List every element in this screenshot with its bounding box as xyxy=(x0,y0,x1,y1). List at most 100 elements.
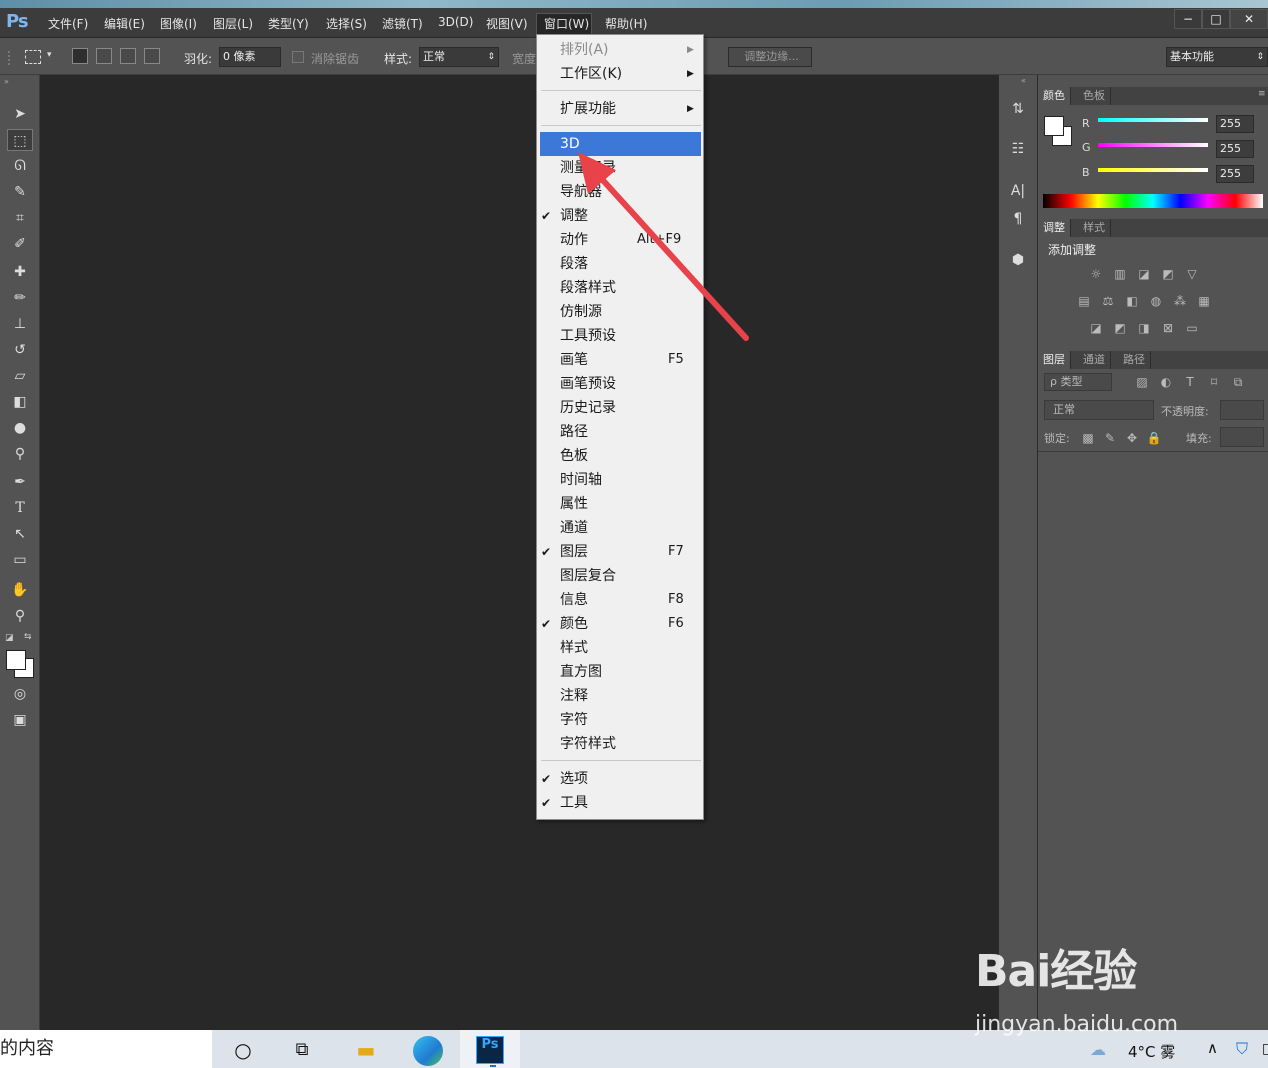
photo-filter-icon[interactable]: ◍ xyxy=(1148,294,1164,308)
menu-edit[interactable]: 编辑(E) xyxy=(104,15,145,32)
workspace-select[interactable]: 基本功能 ⇕ xyxy=(1166,47,1268,67)
3d-panel-icon[interactable]: ⬢ xyxy=(1006,248,1030,272)
g-slider[interactable] xyxy=(1098,143,1208,147)
close-button[interactable]: ✕ xyxy=(1230,9,1268,29)
lasso-tool-icon[interactable]: ᘏ xyxy=(7,155,33,177)
window-menu-item[interactable]: ✔ 图层 F7 xyxy=(537,540,703,564)
antialias-checkbox[interactable] xyxy=(292,51,304,63)
path-select-tool-icon[interactable]: ↖ xyxy=(7,523,33,545)
color-lookup-icon[interactable]: ▦ xyxy=(1196,294,1212,308)
fill-input[interactable] xyxy=(1220,427,1264,447)
security-shield-icon[interactable]: ⛉ xyxy=(1236,1039,1248,1059)
window-menu-item[interactable]: ✔ 选项 xyxy=(537,767,703,791)
brush-tool-icon[interactable]: ✏ xyxy=(7,287,33,309)
marquee-tool-icon[interactable]: ⬚ xyxy=(7,129,33,151)
filter-shape-icon[interactable]: ⌑ xyxy=(1206,375,1222,389)
lock-position-icon[interactable]: ✥ xyxy=(1124,431,1140,445)
properties-panel-icon[interactable]: ☷ xyxy=(1006,137,1030,161)
tab-adjustments[interactable]: 调整 xyxy=(1038,219,1071,237)
menu-help[interactable]: 帮助(H) xyxy=(605,15,647,32)
vibrance-icon[interactable]: ▽ xyxy=(1184,267,1200,281)
screen-mode-icon[interactable]: ▣ xyxy=(7,709,33,731)
color-balance-icon[interactable]: ⚖ xyxy=(1100,294,1116,308)
blend-mode-select[interactable]: 正常 xyxy=(1044,400,1154,420)
r-slider[interactable] xyxy=(1098,118,1208,122)
subtract-selection-icon[interactable] xyxy=(120,48,136,64)
channel-mixer-icon[interactable]: ⁂ xyxy=(1172,294,1188,308)
photoshop-taskbar-icon[interactable]: Ps xyxy=(476,1036,504,1064)
tool-preset-chevron-icon[interactable]: ▾ xyxy=(47,50,52,60)
paragraph-panel-icon[interactable]: ¶ xyxy=(1006,207,1030,231)
window-menu-item[interactable]: 排列(A) ▶ xyxy=(537,38,703,62)
threshold-icon[interactable]: ◨ xyxy=(1136,321,1152,335)
marquee-tool-icon[interactable] xyxy=(25,50,41,64)
refine-edge-button[interactable]: 调整边缘... xyxy=(728,47,812,67)
history-brush-tool-icon[interactable]: ↺ xyxy=(7,339,33,361)
swap-colors-icon[interactable]: ⇆ xyxy=(24,632,32,642)
tab-channels[interactable]: 通道 xyxy=(1078,351,1111,369)
style-select[interactable]: 正常 ⇕ xyxy=(419,47,499,67)
paint-bucket-tool-icon[interactable]: ◧ xyxy=(7,391,33,413)
levels-icon[interactable]: ▥ xyxy=(1112,267,1128,281)
menu-image[interactable]: 图像(I) xyxy=(160,15,197,32)
default-colors-icon[interactable]: ◪ xyxy=(5,633,14,643)
weather-text[interactable]: 4°C 雾 xyxy=(1128,1041,1175,1062)
brightness-icon[interactable]: ☼ xyxy=(1088,267,1104,281)
search-box[interactable]: 的内容 xyxy=(0,1030,212,1068)
window-menu-item[interactable]: 属性 xyxy=(537,492,703,516)
file-explorer-icon[interactable]: ▬ xyxy=(352,1036,380,1064)
window-menu-item[interactable]: 直方图 xyxy=(537,660,703,684)
tray-more-icon[interactable]: □ xyxy=(1262,1041,1268,1057)
foreground-color-swatch[interactable] xyxy=(6,650,26,670)
filter-adjust-icon[interactable]: ◐ xyxy=(1158,375,1174,389)
window-menu-item[interactable]: 路径 xyxy=(537,420,703,444)
edge-icon[interactable] xyxy=(413,1036,443,1066)
menu-3d[interactable]: 3D(D) xyxy=(438,15,473,29)
window-menu-item[interactable]: 画笔预设 xyxy=(537,372,703,396)
new-selection-icon[interactable] xyxy=(72,48,88,64)
tab-styles[interactable]: 样式 xyxy=(1078,219,1111,237)
menu-layer[interactable]: 图层(L) xyxy=(213,15,253,32)
menu-window[interactable]: 窗口(W) xyxy=(544,15,589,32)
menu-filter[interactable]: 滤镜(T) xyxy=(382,15,423,32)
b-value-input[interactable]: 255 xyxy=(1216,165,1254,183)
eraser-tool-icon[interactable]: ▱ xyxy=(7,365,33,387)
healing-brush-tool-icon[interactable]: ✚ xyxy=(7,261,33,283)
curves-icon[interactable]: ◪ xyxy=(1136,267,1152,281)
menu-file[interactable]: 文件(F) xyxy=(48,15,88,32)
menu-view[interactable]: 视图(V) xyxy=(486,15,528,32)
hue-saturation-icon[interactable]: ▤ xyxy=(1076,294,1092,308)
window-menu-item[interactable]: 通道 xyxy=(537,516,703,540)
intersect-selection-icon[interactable] xyxy=(144,48,160,64)
blur-tool-icon[interactable]: ● xyxy=(7,417,33,439)
tray-chevron-icon[interactable]: ∧ xyxy=(1207,1039,1218,1057)
lock-transparent-icon[interactable]: ▩ xyxy=(1080,431,1096,445)
clone-stamp-tool-icon[interactable]: ⊥ xyxy=(7,313,33,335)
window-menu-item[interactable]: 字符 xyxy=(537,708,703,732)
move-tool-icon[interactable]: ➤ xyxy=(7,103,33,125)
window-menu-item[interactable]: 工作区(K) ▶ xyxy=(537,62,703,86)
zoom-tool-icon[interactable]: ⚲ xyxy=(7,605,33,627)
menu-select[interactable]: 选择(S) xyxy=(326,15,367,32)
layer-filter-select[interactable]: ρ 类型 xyxy=(1044,373,1112,391)
panel-menu-icon[interactable]: ≡ xyxy=(1258,89,1266,99)
exposure-icon[interactable]: ◩ xyxy=(1160,267,1176,281)
filter-smart-icon[interactable]: ⧉ xyxy=(1230,375,1246,389)
invert-icon[interactable]: ◪ xyxy=(1088,321,1104,335)
posterize-icon[interactable]: ◩ xyxy=(1112,321,1128,335)
crop-tool-icon[interactable]: ⌗ xyxy=(7,207,33,229)
feather-input[interactable]: 0 像素 xyxy=(219,47,281,67)
collapse-dock-icon[interactable]: « xyxy=(1021,76,1026,85)
maximize-button[interactable]: □ xyxy=(1202,9,1230,29)
quick-select-tool-icon[interactable]: ✎ xyxy=(7,181,33,203)
window-menu-item[interactable]: 历史记录 xyxy=(537,396,703,420)
opacity-input[interactable] xyxy=(1220,400,1264,420)
eyedropper-tool-icon[interactable]: ✐ xyxy=(7,233,33,255)
fg-color-chip[interactable] xyxy=(1044,116,1064,136)
window-menu-item[interactable]: ✔ 颜色 F6 xyxy=(537,612,703,636)
g-value-input[interactable]: 255 xyxy=(1216,140,1254,158)
task-view-icon[interactable]: ⧉ xyxy=(288,1036,316,1064)
window-menu-item[interactable]: 扩展功能 ▶ xyxy=(537,97,703,121)
black-white-icon[interactable]: ◧ xyxy=(1124,294,1140,308)
collapse-icon[interactable]: » xyxy=(4,77,9,86)
